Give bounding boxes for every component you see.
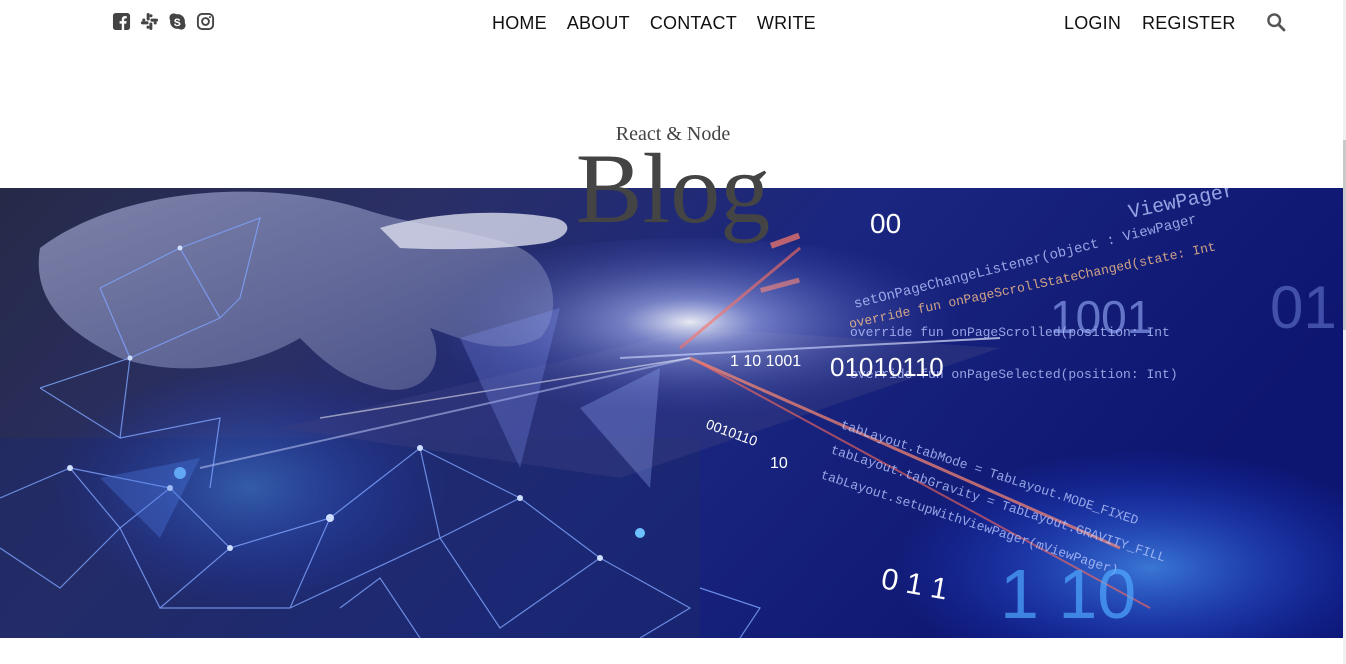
facebook-square-icon[interactable] bbox=[112, 12, 131, 31]
hero-illustration: ViewPager setOnPageChangeListener(object… bbox=[0, 188, 1343, 638]
binary-text-2: 1 10 1001 bbox=[730, 353, 801, 370]
hero-tech-image: ViewPager setOnPageChangeListener(object… bbox=[0, 188, 1343, 638]
nav-home[interactable]: HOME bbox=[492, 12, 547, 34]
header-title: Blog bbox=[575, 133, 771, 244]
nav-about[interactable]: ABOUT bbox=[567, 12, 630, 34]
slack-icon[interactable] bbox=[140, 12, 159, 31]
binary-text-1: 01010110 bbox=[830, 352, 944, 382]
nav-write[interactable]: WRITE bbox=[757, 12, 816, 34]
search-icon[interactable] bbox=[1266, 12, 1286, 32]
binary-text-3: 1001 bbox=[1050, 291, 1152, 343]
nav-contact[interactable]: CONTACT bbox=[650, 12, 737, 34]
top-bar: HOME ABOUT CONTACT WRITE LOGIN REGISTER bbox=[0, 0, 1346, 46]
binary-text-9: 01 bbox=[1270, 274, 1337, 341]
binary-text-6: 10 bbox=[770, 455, 788, 472]
nav-login[interactable]: LOGIN bbox=[1064, 12, 1121, 34]
nav-register[interactable]: REGISTER bbox=[1142, 12, 1236, 34]
skype-icon[interactable] bbox=[168, 12, 187, 31]
auth-nav: LOGIN REGISTER bbox=[1064, 12, 1236, 34]
main-nav: HOME ABOUT CONTACT WRITE bbox=[492, 12, 816, 34]
social-links bbox=[112, 12, 215, 31]
header-titles: React & Node Blog bbox=[0, 120, 1346, 244]
binary-text-8: 1 10 bbox=[1000, 555, 1136, 633]
instagram-icon[interactable] bbox=[196, 12, 215, 31]
